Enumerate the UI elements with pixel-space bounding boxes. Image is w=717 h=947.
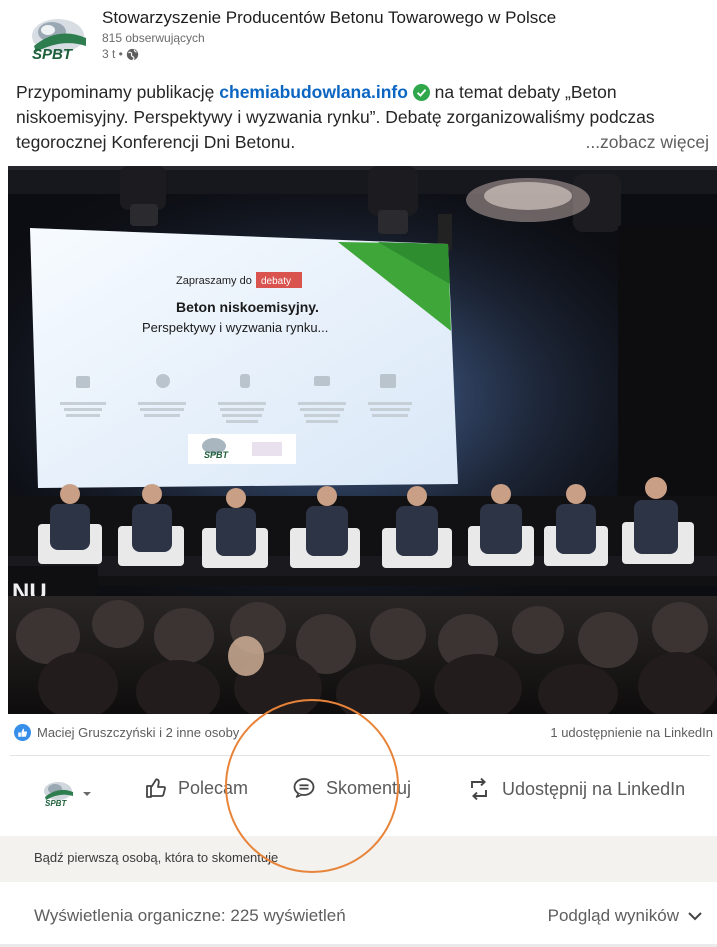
- thumbs-up-icon: [146, 778, 166, 798]
- post-age: 3 t •: [102, 47, 123, 61]
- comment-label: Skomentuj: [326, 777, 412, 798]
- comment-prompt: Bądź pierwszą osobą, która to skomentuje: [34, 850, 279, 865]
- followers-count: 815 obserwujących: [102, 31, 205, 45]
- reactions-summary[interactable]: Maciej Gruszczyński i 2 inne osoby: [14, 724, 239, 741]
- audience: [8, 596, 717, 714]
- share-button[interactable]: Udostępnij na LinkedIn: [466, 776, 685, 802]
- actor-selector[interactable]: SPBT: [42, 780, 92, 808]
- comment-icon: [293, 778, 315, 798]
- slide-logo: SPBT: [204, 450, 230, 460]
- reactions-text[interactable]: Maciej Gruszczyński i 2 inne osoby: [37, 725, 239, 740]
- comment-button[interactable]: Skomentuj: [292, 776, 411, 800]
- organization-name[interactable]: Stowarzyszenie Producentów Betonu Towaro…: [102, 8, 556, 28]
- recommend-label: Polecam: [178, 777, 249, 798]
- share-label: Udostępnij na LinkedIn: [502, 778, 686, 799]
- verified-check-icon: [412, 84, 430, 101]
- actor-logo-icon: SPBT: [44, 782, 73, 808]
- post-header: SPBT Stowarzyszenie Producentów Betonu T…: [0, 0, 717, 78]
- post-text-part-1: Przypominamy publikację: [16, 82, 220, 102]
- conference-scene: Zapraszamy do debaty Beton niskoemisyjny…: [8, 166, 717, 714]
- divider: [10, 755, 710, 756]
- results-preview-label: Podgląd wyników: [547, 906, 679, 925]
- slide-title: Beton niskoemisyjny.: [176, 299, 319, 315]
- slide-badge: debaty: [261, 276, 291, 287]
- caret-down-icon: [83, 792, 91, 796]
- results-preview-button[interactable]: Podgląd wyników: [548, 906, 703, 926]
- post-text: Przypominamy publikację chemiabudowlana.…: [16, 80, 711, 155]
- slide-intro: Zapraszamy do: [176, 275, 252, 287]
- post-meta: 3 t •: [102, 47, 139, 61]
- svg-text:SPBT: SPBT: [45, 799, 67, 808]
- recommend-button[interactable]: Polecam: [144, 776, 248, 800]
- post-stats: Wyświetlenia organiczne: 225 wyświetleń …: [0, 882, 717, 947]
- svg-text:SPBT: SPBT: [32, 46, 74, 62]
- source-link[interactable]: chemiabudowlana.info: [219, 82, 408, 102]
- company-logo[interactable]: SPBT: [28, 16, 92, 62]
- organic-impressions: Wyświetlenia organiczne: 225 wyświetleń: [34, 906, 346, 925]
- like-reaction-icon: [14, 724, 31, 741]
- projection-screen: Zapraszamy do debaty Beton niskoemisyjny…: [30, 228, 458, 488]
- reactions-row: Maciej Gruszczyński i 2 inne osoby 1 udo…: [0, 722, 717, 746]
- comment-prompt-bar[interactable]: Bądź pierwszą osobą, która to skomentuje: [0, 836, 717, 882]
- shares-count[interactable]: 1 udostępnienie na LinkedIn: [550, 725, 713, 740]
- post-photo[interactable]: Zapraszamy do debaty Beton niskoemisyjny…: [8, 166, 717, 714]
- globe-icon: [126, 48, 139, 61]
- see-more-link[interactable]: ...zobacz więcej: [585, 130, 709, 155]
- repost-icon: [471, 777, 487, 801]
- slide-subtitle: Perspektywy i wyzwania rynku...: [142, 320, 328, 335]
- action-bar: SPBT Polecam Skomentuj Udostępnij na Lin…: [0, 760, 717, 830]
- chevron-down-icon: [688, 912, 702, 921]
